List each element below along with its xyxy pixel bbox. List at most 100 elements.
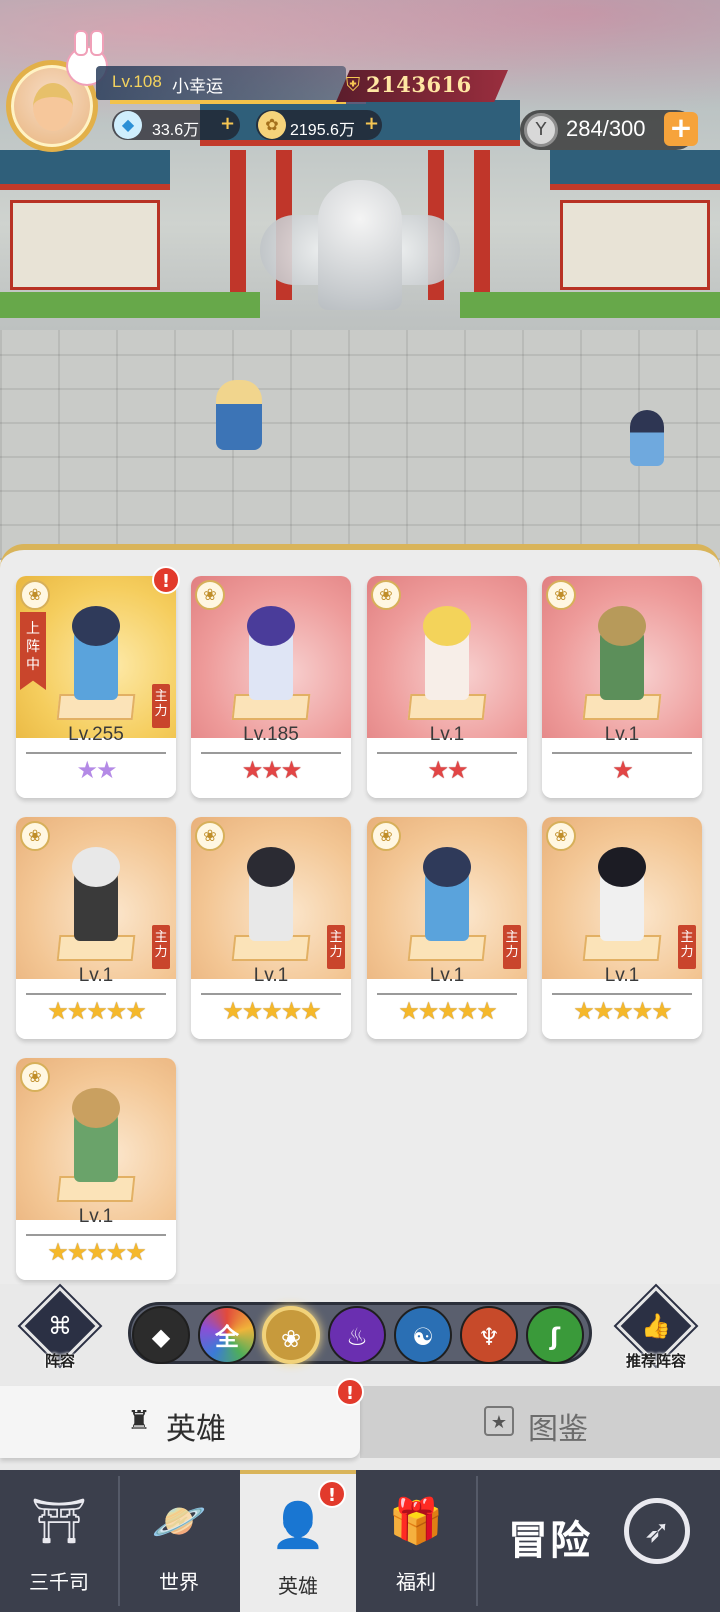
enemy-sprite: [630, 410, 664, 466]
diamond-plus-button[interactable]: +: [220, 113, 235, 134]
hero-card[interactable]: ❀ Lv.1 ★★★★★: [16, 1058, 176, 1280]
compass-icon: ➶: [624, 1498, 690, 1564]
stamina-plus-button[interactable]: +: [664, 112, 698, 146]
temple-roof-right: [550, 150, 720, 190]
nav-home-label: 三千司: [29, 1570, 89, 1594]
main-force-tag: 主力: [327, 925, 345, 969]
lineup-label: 阵容: [44, 1352, 75, 1370]
exp-bar: [110, 100, 366, 104]
hero-stars: ★★: [427, 756, 468, 784]
filter-dna-icon[interactable]: ʃ: [526, 1306, 584, 1364]
hero-stars: ★★★★★: [47, 1238, 147, 1266]
hero-card-divider: [377, 752, 517, 754]
hero-card[interactable]: ❀ Lv.1 ★★★★★ 主力: [191, 817, 351, 1039]
temple-wall-left: [10, 200, 160, 290]
hero-card[interactable]: ❀ Lv.1 ★★: [367, 576, 527, 798]
nav-hero-alert-icon: !: [318, 1480, 346, 1508]
filter-all-button[interactable]: 全: [198, 1306, 256, 1364]
filter-flame-icon[interactable]: ♨: [328, 1306, 386, 1364]
hero-stars: ★★★: [241, 756, 303, 784]
gold-plus-button[interactable]: +: [364, 113, 379, 134]
deployed-tag: 上阵中: [20, 612, 46, 690]
hero-sprite-head: [598, 606, 646, 646]
codex-star-icon: ★: [484, 1406, 514, 1436]
stamina-value: 284/300: [566, 116, 646, 141]
hero-card-divider: [26, 752, 166, 754]
exp-bar-fill: [110, 100, 346, 104]
hero-sprite-head: [598, 847, 646, 887]
player-name: 小幸运: [172, 77, 223, 97]
filter-meditation-icon[interactable]: ♆: [460, 1306, 518, 1364]
filter-yinyang-icon[interactable]: ☯: [394, 1306, 452, 1364]
tab-hero-label: 英雄: [166, 1412, 226, 1447]
hero-card[interactable]: ❀ Lv.1 ★★★★★ 主力: [542, 817, 702, 1039]
avatar-face: [33, 83, 73, 131]
hero-card-divider: [552, 752, 692, 754]
hero-card-divider: [26, 1234, 166, 1236]
nav-world[interactable]: 🪐 世界: [120, 1470, 238, 1612]
player-hero-sprite: [216, 380, 262, 450]
planet-icon: 🪐: [151, 1496, 207, 1547]
hero-card[interactable]: ❀ Lv.1 ★★★★★ 主力: [16, 817, 176, 1039]
filter-all-label: 全: [215, 1323, 239, 1351]
temple-pillar: [230, 150, 246, 300]
recommend-lineup-button[interactable]: 👍 推荐阵容: [616, 1286, 696, 1376]
hero-card-divider: [201, 993, 341, 995]
hero-card-divider: [377, 993, 517, 995]
diamond-icon: ◆: [114, 111, 142, 139]
lotus-faction-icon: ❀: [371, 821, 401, 851]
hero-stars: ★★★★★: [398, 997, 498, 1025]
lotus-faction-icon: ❀: [371, 580, 401, 610]
hero-card[interactable]: ❀ Lv.185 ★★★: [191, 576, 351, 798]
nav-world-label: 世界: [159, 1570, 199, 1594]
filter-diamond-icon[interactable]: ◆: [132, 1306, 190, 1364]
player-level: Lv.108: [112, 72, 162, 91]
temple-icon: ⛩: [31, 1496, 87, 1547]
lineup-network-icon: ⌘: [48, 1312, 72, 1340]
hero-sprite-head: [423, 847, 471, 887]
diamond-value: 33.6万: [152, 122, 200, 139]
hero-stars: ★: [612, 756, 634, 784]
thumbs-up-icon: 👍: [641, 1312, 671, 1340]
gold-value: 2195.6万: [290, 122, 355, 139]
combat-power-icon: ⛨: [345, 74, 361, 96]
hero-card[interactable]: ❀ Lv.1 ★★★★★ 主力: [367, 817, 527, 1039]
lawn-right: [460, 292, 720, 318]
lineup-button[interactable]: ⌘ 阵容: [20, 1286, 100, 1376]
hero-level: Lv.1: [604, 724, 640, 745]
lotus-faction-icon: ❀: [20, 580, 50, 610]
hero-tab-alert-icon: !: [336, 1378, 364, 1406]
hero-stars: ★★★★★: [573, 997, 673, 1025]
hero-card[interactable]: ❀ Lv.255 ★★ 主力 上阵中: [16, 576, 176, 798]
nav-home[interactable]: ⛩ 三千司: [0, 1470, 118, 1612]
temple-pillar: [474, 150, 490, 300]
lawn-left: [0, 292, 260, 318]
hero-stars: ★★★★★: [222, 997, 322, 1025]
hero-card-divider: [201, 752, 341, 754]
stone-floor: [0, 330, 720, 560]
hero-sprite-head: [72, 847, 120, 887]
filter-lotus-icon[interactable]: ❀: [262, 1306, 320, 1364]
hero-card-alert-icon: !: [152, 566, 180, 594]
hero-card-divider: [552, 993, 692, 995]
hero-helmet-icon: ♜: [127, 1406, 151, 1436]
tab-hero[interactable]: ♜ 英雄: [0, 1386, 360, 1458]
main-force-tag: 主力: [678, 925, 696, 969]
nav-welfare-label: 福利: [396, 1570, 436, 1594]
tab-codex[interactable]: ★ 图鉴: [360, 1386, 720, 1458]
hero-sprite-head: [423, 606, 471, 646]
combat-power-value: 2143616: [366, 72, 472, 97]
recommend-lineup-label: 推荐阵容: [625, 1352, 686, 1370]
hero-sprite-head: [72, 1088, 120, 1128]
hero-stars: ★★★★★: [47, 997, 147, 1025]
stamina-icon: Y: [524, 113, 558, 147]
hero-card[interactable]: ❀ Lv.1 ★: [542, 576, 702, 798]
main-force-tag: 主力: [152, 925, 170, 969]
lotus-faction-icon: ❀: [546, 580, 576, 610]
hero-sprite-head: [72, 606, 120, 646]
nav-welfare[interactable]: 🎁 福利: [358, 1470, 474, 1612]
main-force-tag: 主力: [152, 684, 170, 728]
hero-stars: ★★: [76, 756, 117, 784]
hero-card-divider: [26, 993, 166, 995]
temple-roof-left: [0, 150, 170, 190]
